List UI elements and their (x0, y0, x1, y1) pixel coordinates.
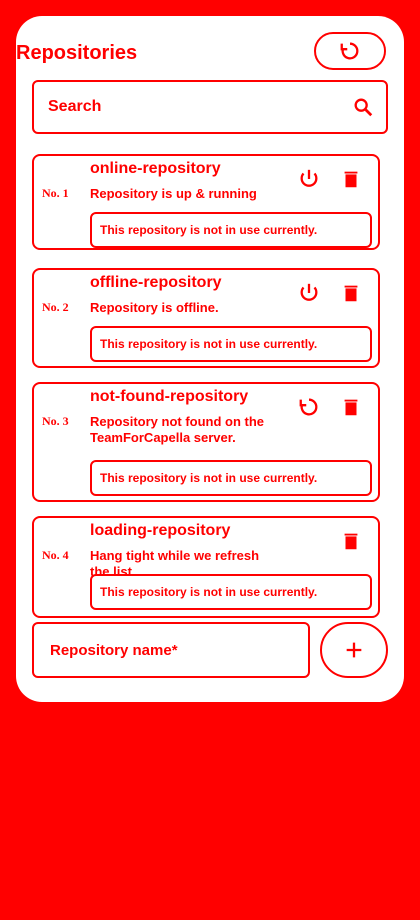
power-icon[interactable] (298, 282, 320, 304)
repo-status: Repository is up & running (90, 186, 257, 201)
repo-item[interactable]: No. 4 loading-repository Hang tight whil… (32, 516, 380, 618)
repo-name: loading-repository (90, 522, 231, 539)
add-icon (346, 642, 362, 658)
repo-status: Repository is offline. (90, 300, 219, 315)
repo-note: This repository is not in use currently. (90, 212, 372, 248)
repo-note: This repository is not in use currently. (90, 460, 372, 496)
repo-item[interactable]: No. 3 not-found-repository Repository no… (32, 382, 380, 502)
search-icon[interactable] (352, 96, 374, 118)
repo-index: No. 2 (42, 300, 69, 314)
repo-status: Repository not found on the TeamForCapel… (90, 414, 265, 445)
repositories-card: Repositories Search No. 1 online-reposit… (16, 16, 404, 702)
page-title: Repositories (16, 42, 138, 64)
refresh-icon (340, 42, 359, 60)
repository-name-field[interactable]: Repository name* (32, 622, 310, 678)
repo-note: This repository is not in use currently. (90, 326, 372, 362)
refresh-icon[interactable] (298, 396, 320, 418)
repository-name-input[interactable]: Repository name* (50, 642, 178, 659)
delete-icon[interactable] (340, 168, 362, 190)
repo-item[interactable]: No. 1 online-repository Repository is up… (32, 154, 380, 250)
search-input[interactable]: Search (48, 98, 101, 116)
repo-index: No. 1 (42, 186, 69, 200)
power-icon[interactable] (298, 168, 320, 190)
repo-name: not-found-repository (90, 388, 249, 405)
repo-note: This repository is not in use currently. (90, 574, 372, 610)
refresh-button[interactable] (314, 32, 386, 70)
search-field[interactable]: Search (32, 80, 388, 134)
repo-name: online-repository (90, 160, 221, 177)
repo-index: No. 4 (42, 548, 69, 562)
repo-index: No. 3 (42, 414, 69, 428)
add-repository-button[interactable] (320, 622, 388, 678)
delete-icon[interactable] (340, 396, 362, 418)
repo-name: offline-repository (90, 274, 222, 291)
delete-icon[interactable] (340, 530, 362, 552)
repo-item[interactable]: No. 2 offline-repository Repository is o… (32, 268, 380, 368)
delete-icon[interactable] (340, 282, 362, 304)
